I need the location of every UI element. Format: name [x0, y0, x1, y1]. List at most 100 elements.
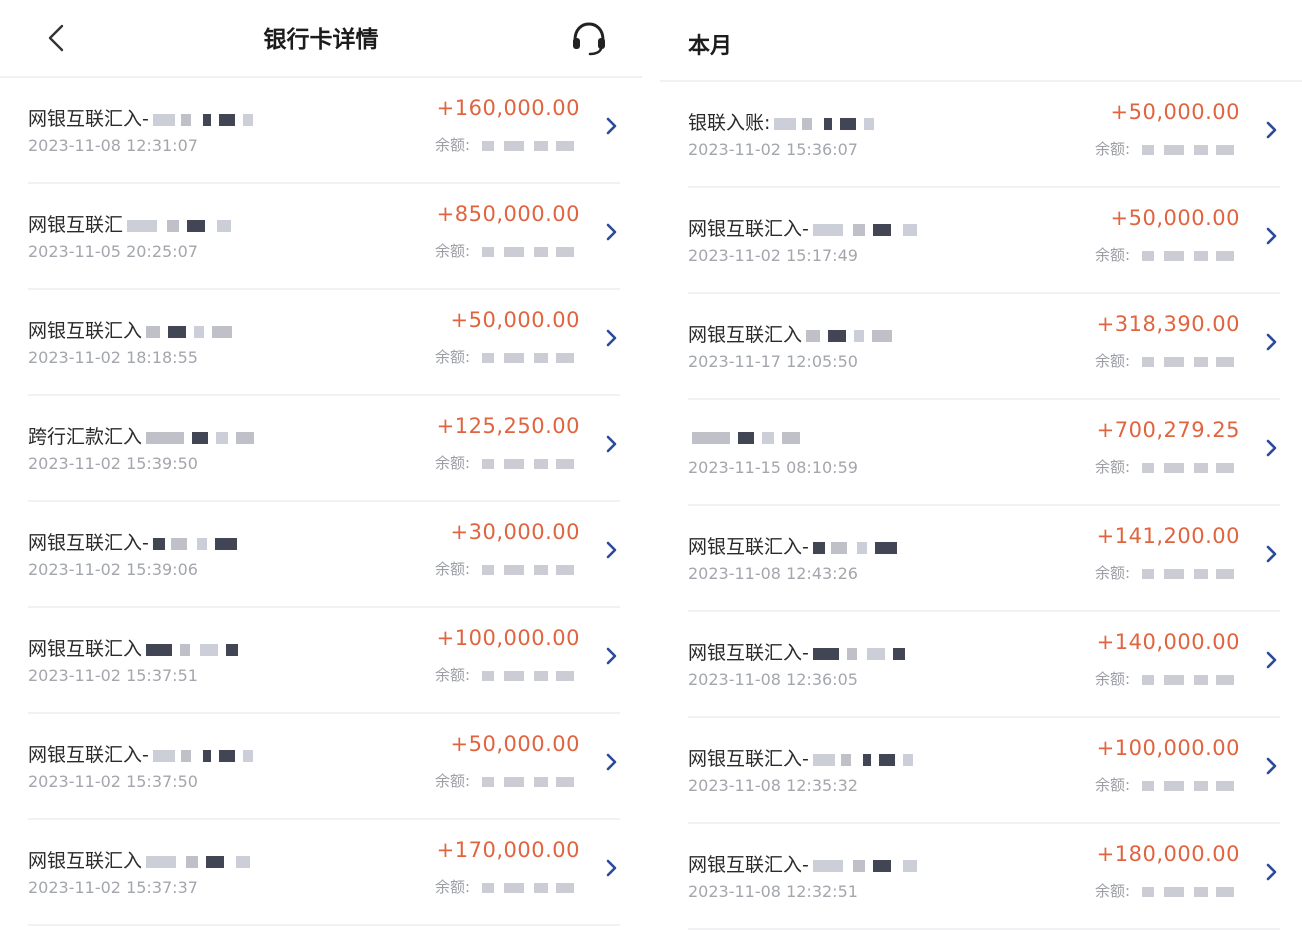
- redacted-name: [812, 538, 897, 558]
- redacted-balance: [470, 563, 580, 577]
- redacted-name: [152, 746, 253, 766]
- description-text: 网银互联汇入-: [28, 108, 149, 130]
- transaction-time: 2023-11-02 15:37:37: [28, 878, 198, 897]
- transaction-amount: +170,000.00: [436, 838, 580, 862]
- description-text: 网银互联汇入: [28, 638, 143, 660]
- page-title: 银行卡详情: [263, 27, 379, 53]
- transaction-row[interactable]: 网银互联汇入 2023-11-02 15:37:37 +170,000.00 余额:: [28, 820, 620, 926]
- transaction-row[interactable]: 网银互联汇入 2023-11-02 15:37:51 +100,000.00 余额:: [28, 608, 620, 714]
- chevron-right-icon: [606, 117, 617, 135]
- chevron-right-icon: [1266, 121, 1277, 139]
- transaction-description: 网银互联汇入: [28, 846, 251, 873]
- balance-label: 余额:: [434, 666, 470, 684]
- transaction-row[interactable]: 网银互联汇入- 2023-11-08 12:36:05 +140,000.00 余额:: [688, 612, 1280, 718]
- transaction-time: 2023-11-08 12:43:26: [688, 564, 858, 583]
- transaction-row[interactable]: 网银互联汇入- 2023-11-02 15:39:06 +30,000.00 余额:: [28, 502, 620, 608]
- redacted-name: [152, 110, 253, 130]
- transaction-row[interactable]: 网银互联汇入- 2023-11-08 12:32:51 +180,000.00 余额:: [688, 824, 1280, 930]
- transaction-row[interactable]: 网银互联汇入- 2023-11-08 12:43:26 +141,200.00 余额:: [688, 506, 1280, 612]
- headset-icon: [573, 22, 605, 56]
- transaction-row[interactable]: 网银互联汇入- 2023-11-08 12:35:32 +100,000.00 余额:: [688, 718, 1280, 824]
- transaction-time: 2023-11-15 08:10:59: [688, 458, 858, 477]
- transaction-amount: +141,200.00: [1096, 524, 1240, 548]
- chevron-right-icon: [1266, 545, 1277, 563]
- transaction-time: 2023-11-08 12:32:51: [688, 882, 858, 901]
- monthly-transactions-panel: 本月 银联入账: 2023-11-02 15:36:07 +50,000.00 余额:…: [660, 0, 1302, 930]
- transaction-row[interactable]: 网银互联汇入 2023-11-17 12:05:50 +318,390.00 余额:: [688, 294, 1280, 400]
- balance-label: 余额:: [1094, 246, 1130, 264]
- transaction-row[interactable]: 2023-11-15 08:10:59 +700,279.25 余额:: [688, 400, 1280, 506]
- transaction-amount: +50,000.00: [1110, 100, 1240, 124]
- redacted-balance: [1130, 567, 1240, 581]
- transaction-row[interactable]: 网银互联汇入- 2023-11-02 15:37:50 +50,000.00 余额:: [28, 714, 620, 820]
- section-header: 本月: [660, 0, 1302, 82]
- redacted-balance: [1130, 355, 1240, 369]
- transaction-time: 2023-11-02 15:37:50: [28, 772, 198, 791]
- balance: 余额:: [435, 876, 580, 897]
- chevron-right-icon: [606, 753, 617, 771]
- description-text: 银联入账:: [688, 112, 771, 134]
- transaction-row[interactable]: 网银互联汇入 2023-11-02 18:18:55 +50,000.00 余额:: [28, 290, 620, 396]
- transaction-list: 银联入账: 2023-11-02 15:36:07 +50,000.00 余额: 网银互…: [660, 82, 1302, 930]
- balance-label: 余额:: [1094, 564, 1130, 582]
- balance: 余额:: [1095, 244, 1240, 265]
- transaction-time: 2023-11-02 15:39:06: [28, 560, 198, 579]
- transaction-time: 2023-11-08 12:31:07: [28, 136, 198, 155]
- redacted-balance: [1130, 779, 1240, 793]
- bank-card-detail-panel: 银行卡详情 网银互联汇入- 2023-11-08 12:31:07 +160,000…: [0, 0, 642, 926]
- transaction-description: 网银互联汇入-: [28, 528, 237, 555]
- balance: 余额:: [1095, 774, 1240, 795]
- redacted-name: [692, 428, 800, 448]
- redacted-balance: [1130, 143, 1240, 157]
- transaction-time: 2023-11-08 12:35:32: [688, 776, 858, 795]
- description-text: 网银互联汇入: [688, 324, 803, 346]
- balance-label: 余额:: [434, 348, 470, 366]
- transaction-amount: +125,250.00: [436, 414, 580, 438]
- redacted-balance: [1130, 885, 1240, 899]
- balance-label: 余额:: [1094, 140, 1130, 158]
- transaction-description: 银联入账:: [688, 108, 875, 135]
- transaction-row[interactable]: 跨行汇款汇入 2023-11-02 15:39:50 +125,250.00 余额:: [28, 396, 620, 502]
- description-text: 跨行汇款汇入: [28, 426, 143, 448]
- balance: 余额:: [435, 664, 580, 685]
- transaction-time: 2023-11-17 12:05:50: [688, 352, 858, 371]
- redacted-balance: [470, 245, 580, 259]
- transaction-amount: +50,000.00: [1110, 206, 1240, 230]
- transaction-description: 跨行汇款汇入: [28, 422, 255, 449]
- balance: 余额:: [435, 770, 580, 791]
- redacted-name: [146, 428, 255, 448]
- chevron-right-icon: [1266, 651, 1277, 669]
- transaction-row[interactable]: 银联入账: 2023-11-02 15:36:07 +50,000.00 余额:: [688, 82, 1280, 188]
- header: 银行卡详情: [0, 0, 642, 78]
- transaction-description: 网银互联汇入-: [688, 638, 905, 665]
- balance-label: 余额:: [1094, 776, 1130, 794]
- transaction-description: 网银互联汇: [28, 210, 232, 237]
- redacted-name: [146, 852, 251, 872]
- redacted-name: [806, 326, 893, 346]
- transaction-time: 2023-11-02 15:17:49: [688, 246, 858, 265]
- transaction-time: 2023-11-02 15:36:07: [688, 140, 858, 159]
- balance: 余额:: [1095, 880, 1240, 901]
- balance-label: 余额:: [1094, 670, 1130, 688]
- transaction-amount: +850,000.00: [436, 202, 580, 226]
- chevron-right-icon: [606, 859, 617, 877]
- transaction-amount: +30,000.00: [450, 520, 580, 544]
- redacted-name: [146, 322, 233, 342]
- transaction-time: 2023-11-02 18:18:55: [28, 348, 198, 367]
- transaction-row[interactable]: 网银互联汇入- 2023-11-08 12:31:07 +160,000.00 余额:: [28, 78, 620, 184]
- balance-label: 余额:: [434, 772, 470, 790]
- balance-label: 余额:: [434, 560, 470, 578]
- transaction-amount: +100,000.00: [436, 626, 580, 650]
- transaction-row[interactable]: 网银互联汇入- 2023-11-02 15:17:49 +50,000.00 余额:: [688, 188, 1280, 294]
- transaction-description: 网银互联汇入-: [688, 850, 917, 877]
- redacted-name: [774, 114, 875, 134]
- transaction-amount: +50,000.00: [450, 308, 580, 332]
- balance-label: 余额:: [434, 454, 470, 472]
- customer-service-button[interactable]: [568, 16, 610, 58]
- chevron-right-icon: [606, 647, 617, 665]
- description-text: 网银互联汇入-: [688, 854, 809, 876]
- chevron-right-icon: [606, 541, 617, 559]
- transaction-row[interactable]: 网银互联汇 2023-11-05 20:25:07 +850,000.00 余额:: [28, 184, 620, 290]
- redacted-name: [152, 534, 237, 554]
- transaction-description: 网银互联汇入-: [28, 740, 253, 767]
